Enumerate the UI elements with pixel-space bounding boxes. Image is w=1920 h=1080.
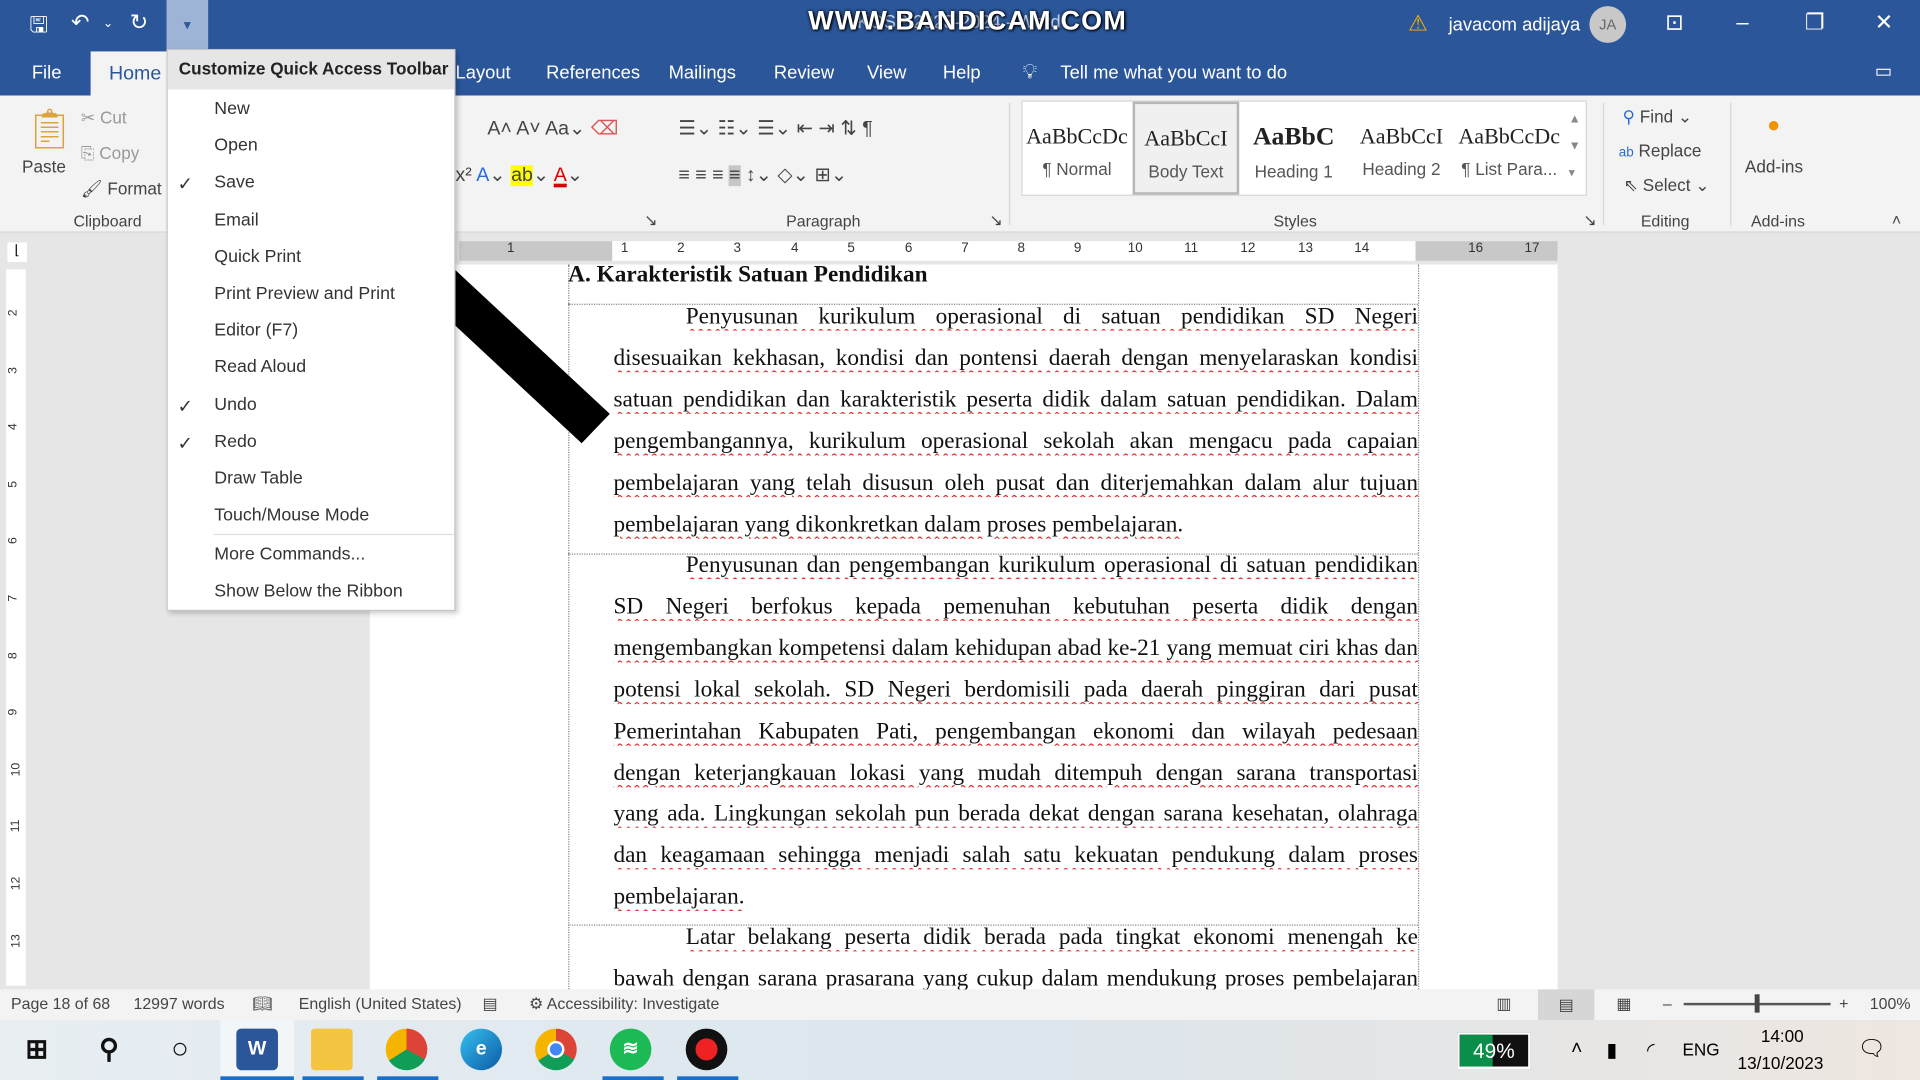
proofing-icon[interactable]: 📖︎ <box>252 994 272 1014</box>
checkmark-icon: ✓ <box>177 396 193 418</box>
accessibility-status[interactable]: ⚙ Accessibility: Investigate <box>529 994 719 1014</box>
word-app-icon[interactable]: W <box>236 1028 278 1071</box>
zoom-slider-thumb[interactable] <box>1754 994 1760 1013</box>
battery-percent: 49% <box>1473 1039 1515 1063</box>
chrome-icon[interactable] <box>535 1028 577 1071</box>
search-icon[interactable]: ⚲ <box>88 1029 130 1071</box>
checkmark-icon: ✓ <box>177 433 193 455</box>
zoom-out-button[interactable]: – <box>1663 994 1672 1012</box>
windows-start-icon[interactable]: ⊞ <box>16 1029 58 1071</box>
web-layout-icon[interactable]: ▦ <box>1616 994 1631 1014</box>
running-indicator <box>602 1076 664 1080</box>
clock-date[interactable]: 13/10/2023 <box>1738 1053 1824 1073</box>
read-mode-icon[interactable]: ▥ <box>1496 994 1511 1014</box>
word-window: 🖫 ↶ ⌄ ↻ ▾ KOSP 2023-2024 - Word WWW.BAND… <box>0 0 1920 1080</box>
menu-item-print-preview-and-print[interactable]: Print Preview and Print <box>214 284 395 304</box>
zoom-level[interactable]: 100% <box>1870 994 1911 1012</box>
menu-item-editor-f7[interactable]: Editor (F7) <box>214 321 298 341</box>
page-count[interactable]: Page 18 of 68 <box>11 994 110 1012</box>
file-explorer-icon[interactable] <box>311 1028 353 1071</box>
wifi-icon[interactable]: ◜ <box>1647 1038 1655 1062</box>
menu-separator <box>214 533 455 536</box>
input-language[interactable]: ENG <box>1682 1040 1719 1060</box>
cortana-icon[interactable]: ○ <box>159 1029 201 1071</box>
checkmark-icon: ✓ <box>177 174 193 196</box>
notifications-icon[interactable]: 🗨︎ <box>1858 1036 1886 1062</box>
menu-item-save[interactable]: Save <box>214 173 254 193</box>
print-layout-icon[interactable]: ▤ <box>1537 989 1595 1021</box>
predictions-icon[interactable]: ▤ <box>482 994 497 1014</box>
running-indicator <box>677 1076 739 1080</box>
menu-title: Customize Quick Access Toolbar <box>167 50 455 90</box>
menu-item-quick-print[interactable]: Quick Print <box>214 247 301 267</box>
menu-item-open[interactable]: Open <box>214 136 257 156</box>
language[interactable]: English (United States) <box>299 994 462 1012</box>
bandicam-icon[interactable] <box>685 1028 728 1071</box>
battery-icon[interactable]: ▮ <box>1607 1038 1618 1062</box>
menu-item-read-aloud[interactable]: Read Aloud <box>214 358 306 378</box>
menu-item-undo[interactable]: Undo <box>214 395 256 415</box>
menu-item-new[interactable]: New <box>214 99 250 119</box>
edge-icon[interactable]: e <box>460 1028 503 1071</box>
accessibility-label: Accessibility: Investigate <box>546 994 720 1013</box>
menu-item-touch-mouse-mode[interactable]: Touch/Mouse Mode <box>214 506 369 526</box>
status-bar <box>0 989 1920 1021</box>
running-indicator <box>220 1076 294 1080</box>
running-indicator <box>302 1076 364 1080</box>
menu-item-draw-table[interactable]: Draw Table <box>214 469 303 489</box>
spotify-icon[interactable]: ≋ <box>609 1028 652 1071</box>
menu-item-show-below-ribbon[interactable]: Show Below the Ribbon <box>214 582 403 602</box>
word-count[interactable]: 12997 words <box>133 994 224 1012</box>
battery-meter[interactable]: 49% <box>1457 1032 1531 1069</box>
chrome-profile-icon[interactable] <box>385 1028 428 1071</box>
zoom-in-button[interactable]: + <box>1839 994 1848 1012</box>
customize-qat-menu: Customize Quick Access Toolbar New Open Sa… <box>166 48 456 612</box>
menu-item-more-commands[interactable]: More Commands... <box>214 545 365 565</box>
running-indicator <box>377 1076 439 1080</box>
menu-item-redo[interactable]: Redo <box>214 432 256 452</box>
menu-item-email[interactable]: Email <box>214 210 258 230</box>
clock-time[interactable]: 14:00 <box>1761 1026 1804 1046</box>
show-hidden-icons[interactable]: ˄ <box>1571 1038 1582 1060</box>
